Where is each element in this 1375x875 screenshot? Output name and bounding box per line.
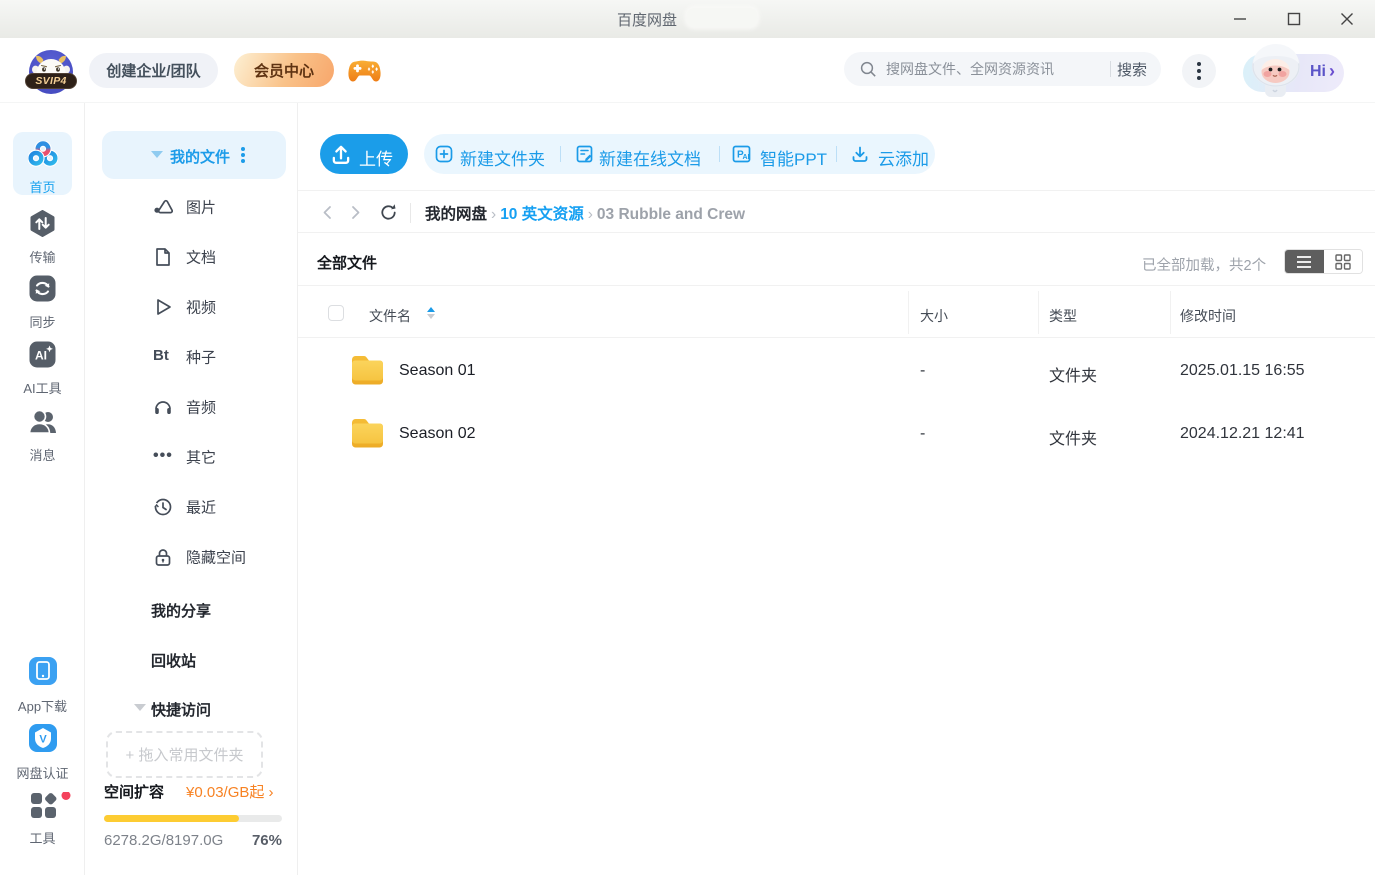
svg-text:AI: AI [743, 154, 750, 161]
svg-text:V: V [39, 734, 47, 746]
svg-text:AI: AI [35, 349, 47, 363]
